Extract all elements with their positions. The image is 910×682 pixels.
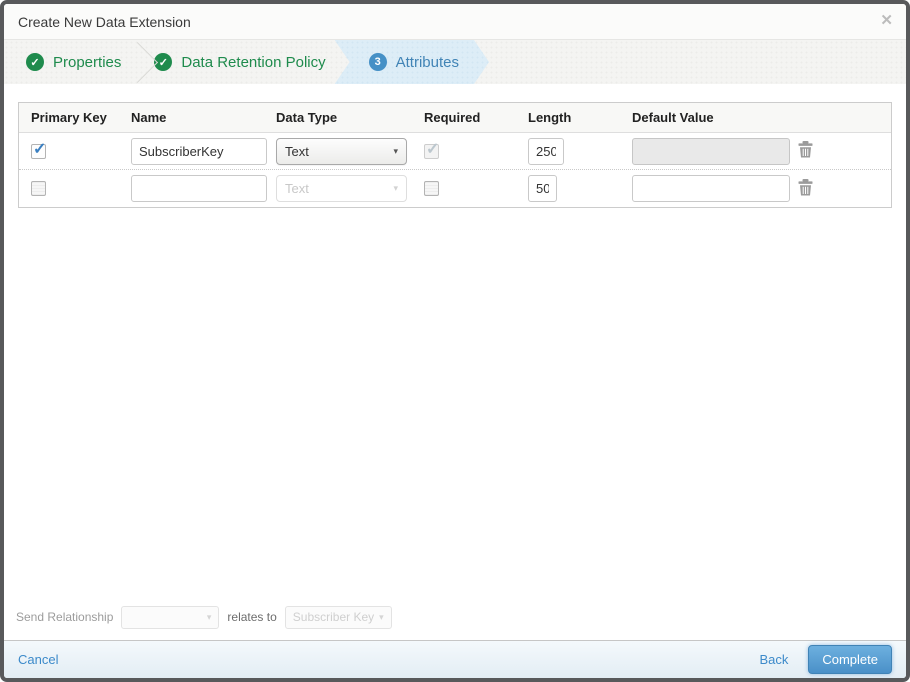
- required-checkbox: ✓: [424, 141, 439, 159]
- attributes-table-header: Primary Key Name Data Type Required Leng…: [19, 103, 891, 133]
- data-type-selected-value: Text: [285, 181, 309, 196]
- column-header-length: Length: [528, 110, 572, 125]
- chevron-down-icon: ▾: [379, 611, 384, 622]
- chevron-down-icon: ▾: [206, 611, 212, 622]
- check-icon: ✓: [26, 53, 44, 71]
- primary-key-checkbox[interactable]: ✓: [31, 181, 46, 196]
- relates-to-label: relates to: [227, 610, 277, 624]
- cancel-link[interactable]: Cancel: [18, 652, 58, 667]
- back-link[interactable]: Back: [759, 652, 788, 667]
- dialog-title: Create New Data Extension: [18, 13, 191, 30]
- chevron-down-icon: ▾: [393, 145, 398, 156]
- chevron-down-icon: ▾: [393, 183, 398, 193]
- data-type-selected-value: Text: [285, 143, 309, 159]
- length-input[interactable]: [528, 137, 564, 165]
- step-number-badge: 3: [369, 53, 387, 71]
- trash-icon: [798, 141, 813, 158]
- create-data-extension-dialog: Create New Data Extension ✕ ✓ Properties…: [0, 0, 910, 682]
- wizard-step-attributes[interactable]: 3 Attributes: [335, 40, 489, 84]
- field-name-input[interactable]: [131, 137, 267, 165]
- data-type-select: Text ▾: [276, 175, 407, 202]
- check-icon: ✓: [33, 140, 47, 158]
- column-header-primary-key: Primary Key: [31, 110, 107, 125]
- close-icon[interactable]: ✕: [880, 12, 893, 30]
- column-header-name: Name: [131, 110, 167, 125]
- delete-row-button[interactable]: [796, 139, 815, 160]
- column-header-default-value: Default Value: [632, 110, 714, 125]
- column-header-data-type: Data Type: [276, 110, 338, 125]
- primary-key-checkbox[interactable]: ✓: [31, 141, 46, 159]
- relates-to-field-select: Subscriber Key ▾: [284, 605, 392, 629]
- attribute-row: ✓ Text ▾ ✓: [19, 170, 891, 207]
- wizard-step-label: Data Retention Policy: [181, 53, 326, 71]
- length-input[interactable]: [528, 175, 557, 202]
- dialog-footer: Cancel Back Complete: [4, 640, 906, 678]
- wizard-step-bar: ✓ Properties ✓ Data Retention Policy 3 A…: [4, 40, 906, 84]
- send-relationship-row: Send Relationship ▾ relates to Subscribe…: [4, 594, 906, 640]
- relates-to-selected-value: Subscriber Key: [292, 610, 375, 624]
- attribute-row: ✓ Text ▾ ✓: [19, 133, 891, 170]
- send-relationship-select: ▾: [121, 605, 220, 629]
- complete-button[interactable]: Complete: [808, 645, 892, 674]
- field-name-input[interactable]: [131, 175, 267, 202]
- wizard-step-label: Properties: [53, 53, 122, 71]
- default-value-input[interactable]: [632, 175, 790, 202]
- check-icon: ✓: [426, 140, 440, 158]
- data-type-select[interactable]: Text ▾: [276, 137, 407, 165]
- wizard-step-data-retention-policy[interactable]: ✓ Data Retention Policy: [142, 40, 337, 84]
- dialog-titlebar: Create New Data Extension ✕: [4, 4, 906, 40]
- attributes-table: Primary Key Name Data Type Required Leng…: [18, 102, 892, 208]
- required-checkbox[interactable]: ✓: [424, 181, 439, 196]
- default-value-input: [632, 137, 790, 165]
- wizard-step-properties[interactable]: ✓ Properties: [4, 40, 133, 84]
- column-header-required: Required: [424, 110, 481, 125]
- trash-icon: [798, 178, 813, 195]
- send-relationship-label: Send Relationship: [16, 610, 114, 624]
- delete-row-button[interactable]: [796, 177, 815, 198]
- wizard-step-label: Attributes: [395, 53, 459, 71]
- dialog-content: Primary Key Name Data Type Required Leng…: [4, 84, 906, 640]
